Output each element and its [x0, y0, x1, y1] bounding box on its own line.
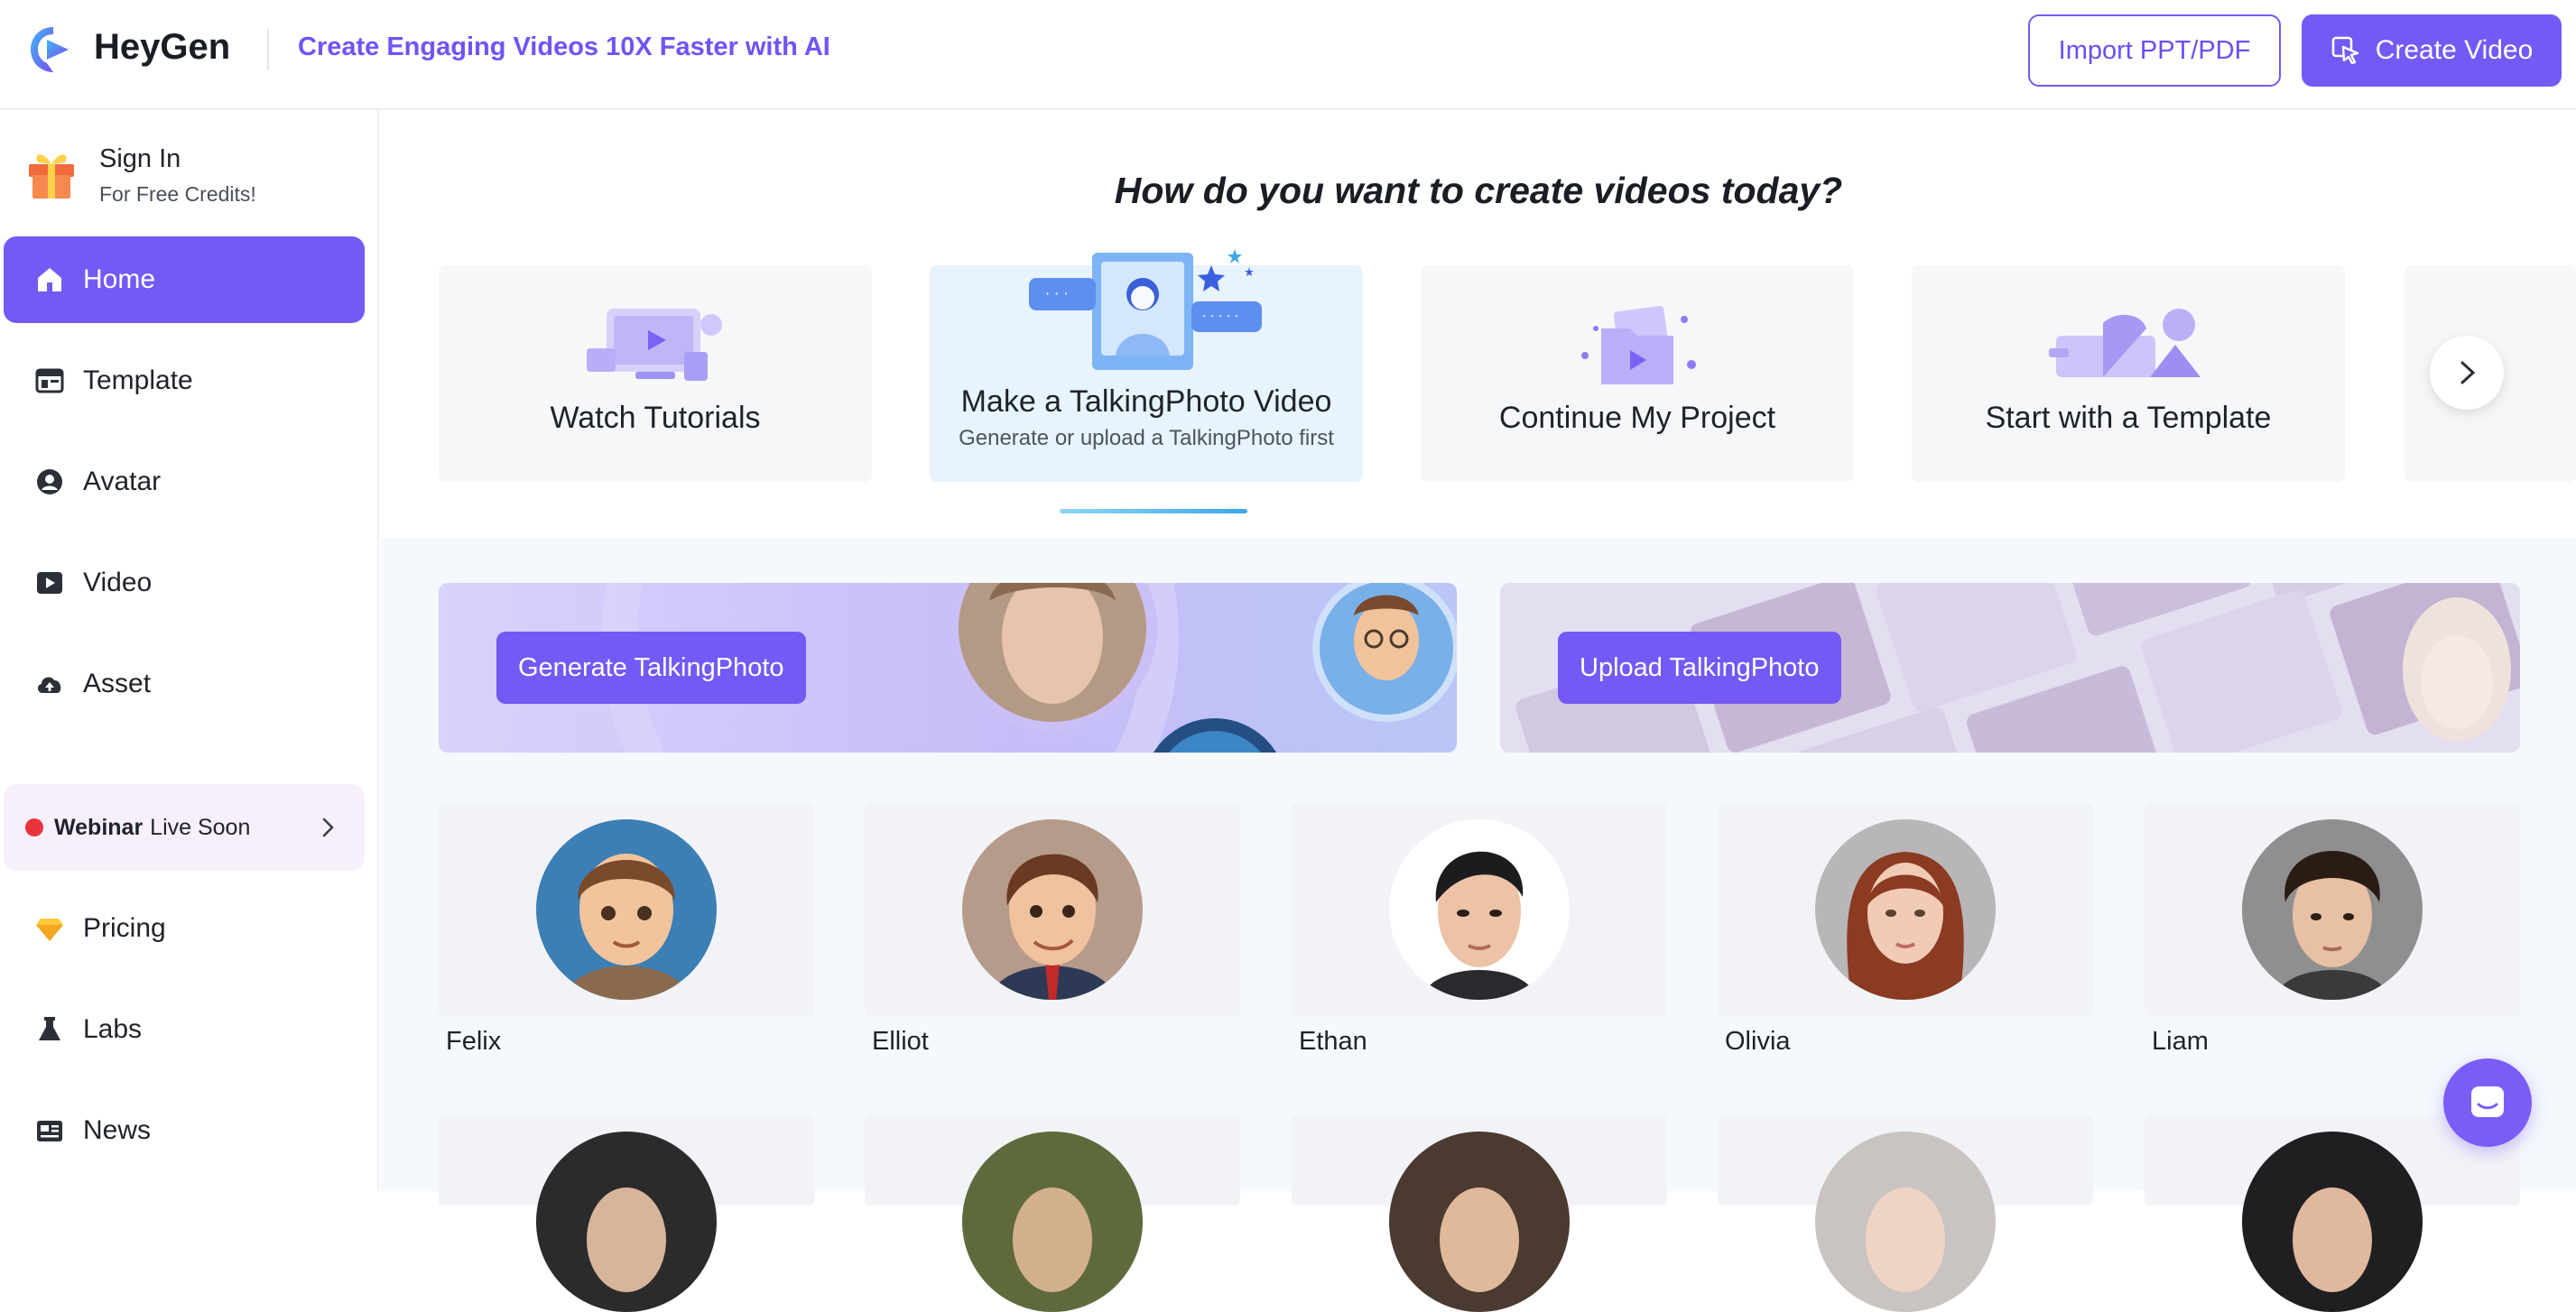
- webinar-banner[interactable]: Webinar Live Soon: [4, 784, 365, 871]
- carousel-next-button[interactable]: [2430, 336, 2504, 410]
- chevron-right-icon: [2460, 361, 2476, 384]
- sidebar-item-label: Pricing: [83, 913, 166, 943]
- sidebar-item-template[interactable]: Template: [4, 337, 365, 424]
- top-header: HeyGen Create Engaging Videos 10X Faster…: [0, 0, 2576, 110]
- avatar-elliot-image: [962, 819, 1143, 1000]
- sidebar-item-label: Avatar: [83, 467, 162, 496]
- create-video-button[interactable]: Create Video: [2302, 14, 2562, 87]
- newspaper-icon: [37, 1121, 62, 1141]
- avatar-liam-image: [2242, 819, 2423, 1000]
- heygen-logo-icon[interactable]: [27, 23, 79, 76]
- avatar-felix-image: [536, 819, 717, 1000]
- sidebar: Sign In For Free Credits! Home Template …: [0, 110, 379, 1191]
- sidebar-item-label: News: [83, 1115, 152, 1145]
- avatar-row2-3-image: [1389, 1132, 1570, 1312]
- avatar-card-ethan[interactable]: [1292, 803, 1667, 1016]
- template-illustration-icon: [2049, 309, 2201, 377]
- avatar-olivia-image: [1815, 819, 1996, 1000]
- generate-talkingphoto-button[interactable]: Generate TalkingPhoto: [496, 632, 806, 704]
- webinar-status: Live Soon: [150, 814, 251, 840]
- avatar-name: Elliot: [872, 1027, 929, 1056]
- avatar-row2-5-image: [2242, 1132, 2423, 1312]
- avatar-name: Olivia: [1725, 1027, 1791, 1056]
- create-video-label: Create Video: [2375, 35, 2534, 65]
- upload-talkingphoto-button[interactable]: Upload TalkingPhoto: [1558, 632, 1841, 704]
- card-subtitle: Generate or upload a TalkingPhoto first: [959, 426, 1334, 450]
- diamond-icon: [36, 919, 63, 941]
- avatar-card-row2-3[interactable]: [1292, 1115, 1667, 1312]
- sidebar-item-asset[interactable]: Asset: [4, 641, 365, 727]
- svg-text:· · ·: · · ·: [1045, 285, 1068, 302]
- cursor-click-icon: [2331, 36, 2358, 65]
- tutorials-illustration-icon: [587, 309, 722, 381]
- card-title: Continue My Project: [1498, 401, 1776, 435]
- talkingphoto-illustration-icon: · · · · · · · ·: [1029, 249, 1262, 370]
- avatar-row2-2-image: [962, 1132, 1143, 1312]
- avatar-card-elliot[interactable]: [865, 803, 1240, 1016]
- avatar-ethan-image: [1389, 819, 1570, 1000]
- avatar-card-row2-1[interactable]: [439, 1115, 814, 1312]
- avatar-card-felix[interactable]: [439, 803, 814, 1016]
- template-icon: [35, 368, 64, 393]
- sidebar-item-label: Template: [83, 365, 193, 395]
- project-folder-illustration-icon: [1581, 305, 1696, 384]
- gift-icon: [29, 154, 74, 199]
- carousel-progress-indicator: [1060, 509, 1247, 513]
- sidebar-item-avatar[interactable]: Avatar: [4, 439, 365, 525]
- video-icon: [37, 572, 62, 594]
- webinar-bold-label: Webinar: [54, 814, 144, 840]
- sidebar-item-label: Video: [83, 568, 153, 597]
- sidebar-item-label: Labs: [83, 1014, 143, 1044]
- sidebar-item-label: Home: [83, 264, 156, 294]
- avatar-row2-1-image: [536, 1132, 717, 1312]
- sidebar-item-news[interactable]: News: [4, 1087, 365, 1174]
- avatar-card-row2-4[interactable]: [1718, 1115, 2093, 1312]
- sign-in-promo[interactable]: Sign In For Free Credits!: [25, 141, 368, 209]
- flask-icon: [39, 1017, 60, 1040]
- card-title: Start with a Template: [1985, 401, 2272, 435]
- card-title: Make a TalkingPhoto Video: [960, 384, 1332, 419]
- avatar-icon: [37, 469, 62, 494]
- svg-text:· · · · ·: · · · · ·: [1202, 310, 1238, 324]
- avatar-name: Ethan: [1299, 1027, 1367, 1056]
- sidebar-item-label: Asset: [83, 669, 152, 698]
- chat-icon: [2471, 1086, 2504, 1117]
- card-continue-project[interactable]: Continue My Project: [1421, 265, 1854, 482]
- header-slogan: Create Engaging Videos 10X Faster with A…: [298, 32, 830, 61]
- card-start-template[interactable]: Start with a Template: [1912, 265, 2345, 482]
- live-dot: [25, 818, 43, 836]
- avatar-card-olivia[interactable]: [1718, 803, 2093, 1016]
- home-icon: [38, 268, 61, 291]
- chevron-right-icon: [322, 818, 334, 837]
- avatar-row2-4-image: [1815, 1132, 1996, 1312]
- chat-support-button[interactable]: [2443, 1058, 2532, 1147]
- avatar-name: Felix: [446, 1027, 502, 1056]
- upload-talkingphoto-banner[interactable]: Upload TalkingPhoto: [1500, 583, 2520, 753]
- brand-name: HeyGen: [94, 27, 231, 67]
- avatar-card-row2-2[interactable]: [865, 1115, 1240, 1312]
- import-ppt-pdf-button[interactable]: Import PPT/PDF: [2028, 14, 2281, 87]
- page-heading: How do you want to create videos today?: [1114, 170, 1843, 211]
- avatar-name: Liam: [2152, 1027, 2209, 1056]
- cloud-upload-icon: [37, 677, 61, 693]
- sign-in-subtitle: For Free Credits!: [99, 182, 256, 206]
- generate-talkingphoto-banner[interactable]: Generate TalkingPhoto: [439, 583, 1457, 753]
- sign-in-title: Sign In: [99, 144, 181, 173]
- sidebar-item-video[interactable]: Video: [4, 540, 365, 626]
- header-divider: [267, 29, 269, 70]
- card-make-talkingphoto[interactable]: · · · · · · · · Make a TalkingPhoto Vide…: [930, 249, 1363, 482]
- sidebar-item-labs[interactable]: Labs: [4, 986, 365, 1073]
- sidebar-item-home[interactable]: Home: [4, 236, 365, 323]
- card-watch-tutorials[interactable]: Watch Tutorials: [439, 265, 872, 482]
- sidebar-item-pricing[interactable]: Pricing: [4, 885, 365, 972]
- card-title: Watch Tutorials: [550, 401, 761, 435]
- avatar-card-liam[interactable]: [2145, 803, 2520, 1016]
